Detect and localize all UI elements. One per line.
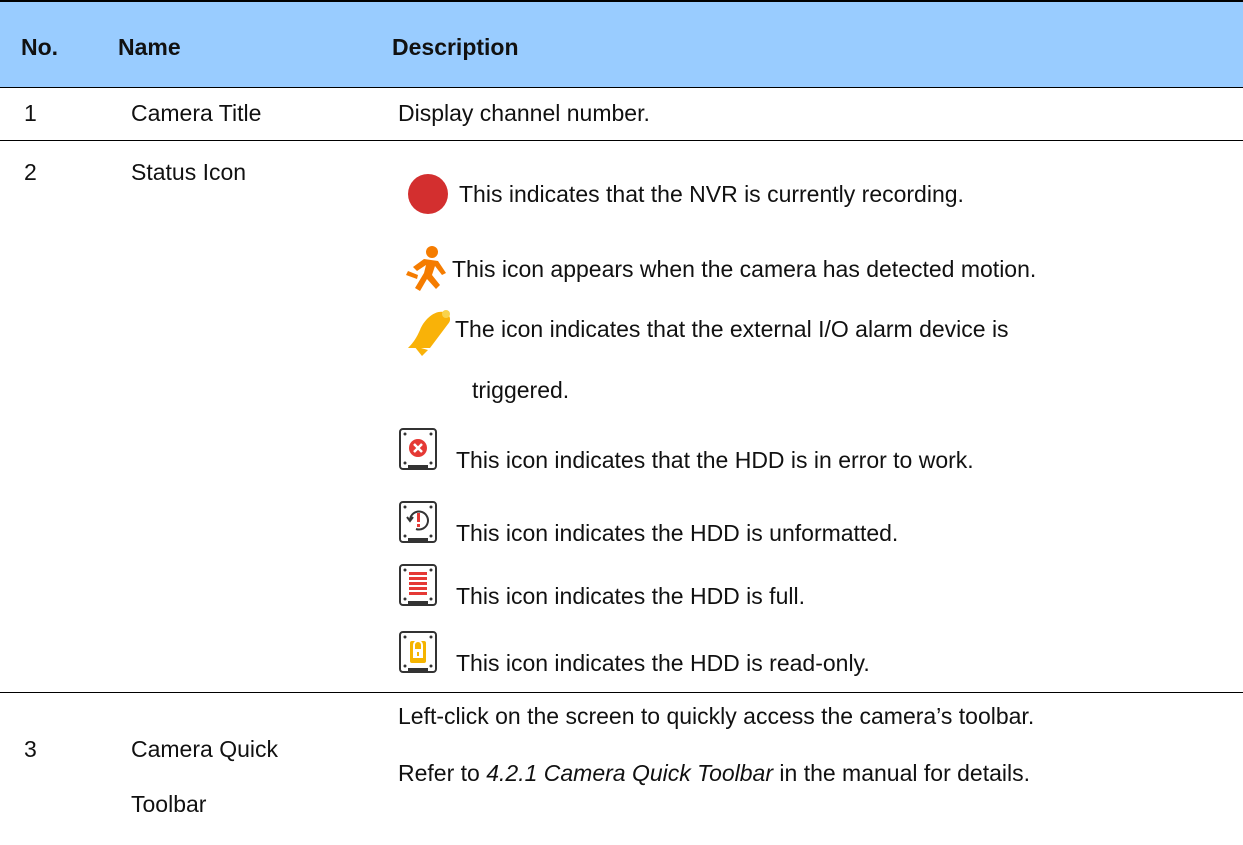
row-divider [0,140,1243,141]
header-description: Description [392,34,519,60]
header-name: Name [118,34,181,60]
row3-name-line1: Camera Quick [131,736,278,762]
row3-name-line2: Toolbar [131,791,207,817]
row1-no: 1 [24,100,37,126]
alarm-bell-icon [408,310,451,356]
row-divider [0,692,1243,693]
row2-name: Status Icon [131,159,247,185]
desc-prefix: Refer to [398,760,487,786]
row1-description: Display channel number. [398,100,650,126]
manual-section-ref: 4.2.1 Camera Quick Toolbar [486,760,774,786]
row3-no: 3 [24,736,37,762]
row3-description-line2: Refer to 4.2.1 Camera Quick Toolbar in t… [398,759,1030,787]
status-alarm-text-cont: triggered. [472,377,570,403]
status-motion-text: This icon appears when the camera has de… [452,256,1037,282]
status-hdd-full-text: This icon indicates the HDD is full. [456,583,805,609]
row2-no: 2 [24,159,37,185]
hdd-full-icon [399,564,437,606]
row3-description-line1: Left-click on the screen to quickly acce… [398,703,1035,729]
hdd-readonly-icon [399,631,437,673]
status-alarm-text: The icon indicates that the external I/O… [455,316,1009,342]
table-header: No. Name Description [0,0,1243,88]
hdd-error-icon [399,428,437,470]
header-no: No. [21,34,59,60]
record-icon [408,174,448,214]
row1-name: Camera Title [131,100,262,126]
status-hdd-readonly-text: This icon indicates the HDD is read-only… [456,650,870,676]
status-hdd-unformatted-text: This icon indicates the HDD is unformatt… [456,520,899,546]
status-hdd-error-text: This icon indicates that the HDD is in e… [456,447,974,473]
motion-icon [406,246,446,291]
desc-suffix: in the manual for details. [773,760,1030,786]
hdd-unformatted-icon [399,501,437,543]
status-record-text: This indicates that the NVR is currently… [459,181,964,207]
